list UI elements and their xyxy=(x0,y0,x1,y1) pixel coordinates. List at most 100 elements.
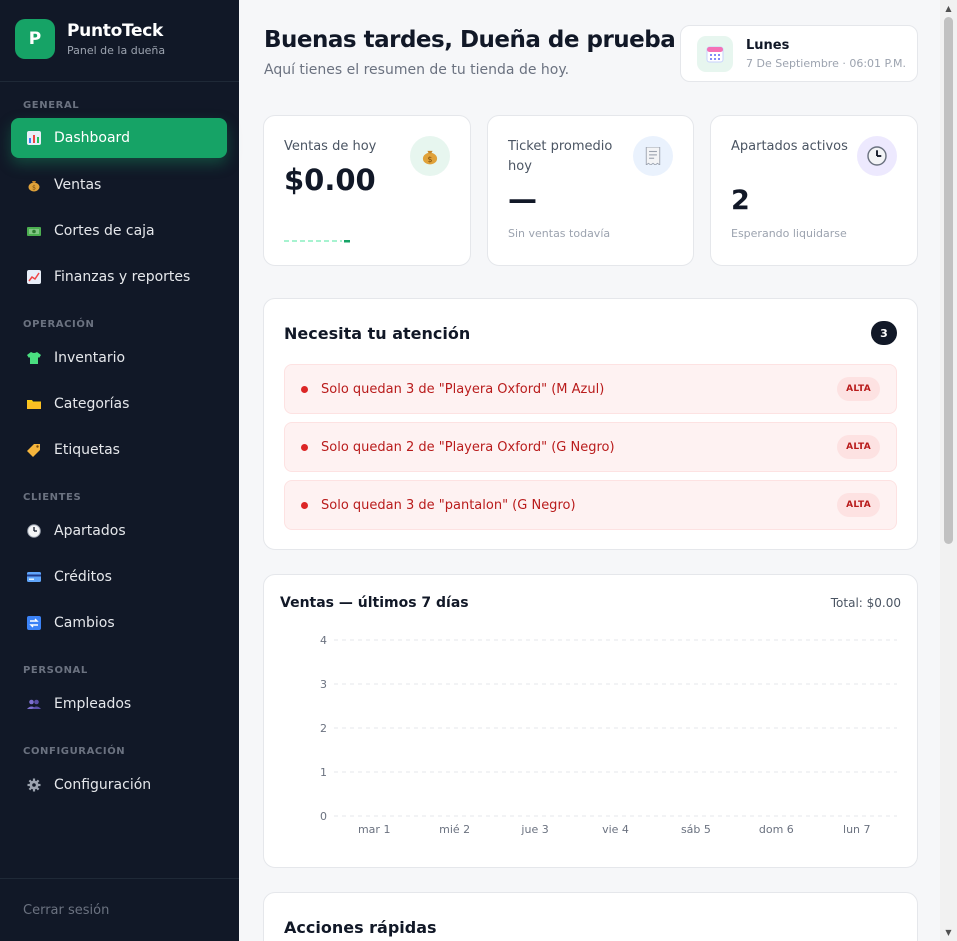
stat-value: 2 xyxy=(731,185,750,216)
sidebar-item-label: Configuración xyxy=(54,777,152,793)
brand-logo: P xyxy=(15,19,55,59)
greeting-subtitle: Aquí tienes el resumen de tu tienda de h… xyxy=(264,62,570,78)
date-full: 7 De Septiembre · 06:01 P.M. xyxy=(746,56,906,70)
brand-name: PuntoTeck xyxy=(67,21,164,41)
y-tick-label: 4 xyxy=(320,634,327,647)
cash-icon xyxy=(26,224,41,239)
credit-card-icon xyxy=(26,570,41,585)
alert-dot-icon xyxy=(301,385,308,393)
sidebar-item-label: Categorías xyxy=(54,396,130,412)
section-label-personal: PERSONAL xyxy=(23,665,88,676)
sidebar-item-ventas[interactable]: $ Ventas xyxy=(11,165,227,205)
sidebar-item-empleados[interactable]: Empleados xyxy=(11,684,227,724)
money-bag-icon: $ xyxy=(26,178,41,193)
svg-text:$: $ xyxy=(32,185,36,192)
sidebar-item-configuracion[interactable]: Configuración xyxy=(11,765,227,805)
sidebar-item-creditos[interactable]: Créditos xyxy=(11,557,227,597)
attention-count-badge: 3 xyxy=(871,321,897,345)
divider xyxy=(0,81,239,82)
greeting-title: Buenas tardes, Dueña de prueba 👋 xyxy=(264,27,711,53)
gear-icon xyxy=(26,778,41,793)
svg-text:$: $ xyxy=(428,155,433,164)
sidebar-item-cambios[interactable]: Cambios xyxy=(11,603,227,643)
sidebar: P PuntoTeck Panel de la dueña GENERAL Da… xyxy=(0,0,239,941)
sidebar-item-dashboard[interactable]: Dashboard xyxy=(11,118,227,158)
logout-link[interactable]: Cerrar sesión xyxy=(23,903,109,918)
sidebar-item-finanzas[interactable]: Finanzas y reportes xyxy=(11,257,227,297)
sidebar-item-etiquetas[interactable]: Etiquetas xyxy=(11,430,227,470)
brand[interactable]: P PuntoTeck Panel de la dueña xyxy=(15,19,165,59)
tag-icon xyxy=(26,443,41,458)
priority-badge: ALTA xyxy=(837,435,880,459)
priority-badge: ALTA xyxy=(837,493,880,517)
people-icon xyxy=(26,697,41,712)
quick-actions-panel: Acciones rápidas xyxy=(263,892,918,941)
section-label-configuracion: CONFIGURACIÓN xyxy=(23,746,126,757)
alert-item[interactable]: Solo quedan 2 de "Playera Oxford" (G Neg… xyxy=(284,422,897,472)
sidebar-item-categorias[interactable]: Categorías xyxy=(11,384,227,424)
sidebar-item-label: Finanzas y reportes xyxy=(54,269,191,285)
clock-icon xyxy=(26,524,41,539)
sidebar-item-label: Ventas xyxy=(54,177,102,193)
divider xyxy=(0,878,239,879)
sidebar-item-cortes-de-caja[interactable]: Cortes de caja xyxy=(11,211,227,251)
sidebar-item-label: Créditos xyxy=(54,569,112,585)
exchange-icon xyxy=(26,616,41,631)
shirt-icon xyxy=(26,351,41,366)
sidebar-item-label: Apartados xyxy=(54,523,126,539)
sidebar-item-apartados[interactable]: Apartados xyxy=(11,511,227,551)
sidebar-item-label: Dashboard xyxy=(54,130,130,146)
y-tick-label: 3 xyxy=(320,678,327,691)
y-tick-label: 2 xyxy=(320,722,327,735)
stat-value: — xyxy=(508,182,537,216)
calendar-icon xyxy=(697,35,733,72)
sales-chart-panel: Ventas — últimos 7 días Total: $0.00 012… xyxy=(263,574,918,868)
alert-dot-icon xyxy=(301,501,308,509)
scrollbar[interactable]: ▲ ▼ xyxy=(940,0,957,941)
sales-chart: 0 1 2 3 4 mar 1 mié 2 jue 3 vie 4 sáb 5 dom 6 lun 7 xyxy=(320,634,897,836)
sidebar-item-label: Etiquetas xyxy=(54,442,120,458)
scrollbar-thumb[interactable] xyxy=(944,17,953,544)
y-tick-label: 1 xyxy=(320,766,327,779)
x-tick-label: sáb 5 xyxy=(681,823,711,836)
trend-chart-icon xyxy=(26,270,41,285)
bar-chart-icon xyxy=(26,131,41,146)
x-tick-label: mié 2 xyxy=(439,823,470,836)
attention-title: Necesita tu atención xyxy=(284,324,471,343)
section-label-operacion: OPERACIÓN xyxy=(23,319,95,330)
folder-icon xyxy=(26,397,41,412)
priority-badge: ALTA xyxy=(837,377,880,401)
sidebar-item-label: Cortes de caja xyxy=(54,223,155,239)
section-label-general: GENERAL xyxy=(23,100,80,111)
money-bag-icon: $ xyxy=(410,136,450,176)
x-tick-label: mar 1 xyxy=(358,823,390,836)
alert-text: Solo quedan 2 de "Playera Oxford" (G Neg… xyxy=(321,439,615,455)
alert-item[interactable]: Solo quedan 3 de "Playera Oxford" (M Azu… xyxy=(284,364,897,414)
stat-card-ticket-promedio[interactable]: Ticket promedio hoy — Sin ventas todavía xyxy=(487,115,694,266)
stat-note: Esperando liquidarse xyxy=(731,227,847,240)
alert-dot-icon xyxy=(301,443,308,451)
sidebar-item-label: Inventario xyxy=(54,350,126,366)
scroll-down-arrow-icon[interactable]: ▼ xyxy=(944,928,953,937)
x-tick-label: dom 6 xyxy=(759,823,794,836)
x-tick-label: jue 3 xyxy=(520,823,548,836)
stat-card-apartados-activos[interactable]: Apartados activos 2 Esperando liquidarse xyxy=(710,115,918,266)
date-day: Lunes xyxy=(746,37,790,53)
stat-label: Apartados activos xyxy=(731,139,848,154)
stat-label: Ventas de hoy xyxy=(284,139,377,154)
x-tick-label: lun 7 xyxy=(843,823,871,836)
stat-card-ventas-hoy[interactable]: Ventas de hoy $ $0.00 xyxy=(263,115,471,266)
stat-value: $0.00 xyxy=(284,163,376,197)
stat-note: Sin ventas todavía xyxy=(508,227,611,240)
sparkline xyxy=(284,240,350,243)
clock-icon xyxy=(857,136,897,176)
alert-text: Solo quedan 3 de "Playera Oxford" (M Azu… xyxy=(321,381,605,397)
quick-actions-title: Acciones rápidas xyxy=(284,918,437,937)
sidebar-item-inventario[interactable]: Inventario xyxy=(11,338,227,378)
alert-text: Solo quedan 3 de "pantalon" (G Negro) xyxy=(321,497,576,513)
y-tick-label: 0 xyxy=(320,810,327,823)
section-label-clientes: CLIENTES xyxy=(23,492,82,503)
scroll-up-arrow-icon[interactable]: ▲ xyxy=(944,4,953,13)
alert-item[interactable]: Solo quedan 3 de "pantalon" (G Negro) AL… xyxy=(284,480,897,530)
brand-subtitle: Panel de la dueña xyxy=(67,44,166,57)
